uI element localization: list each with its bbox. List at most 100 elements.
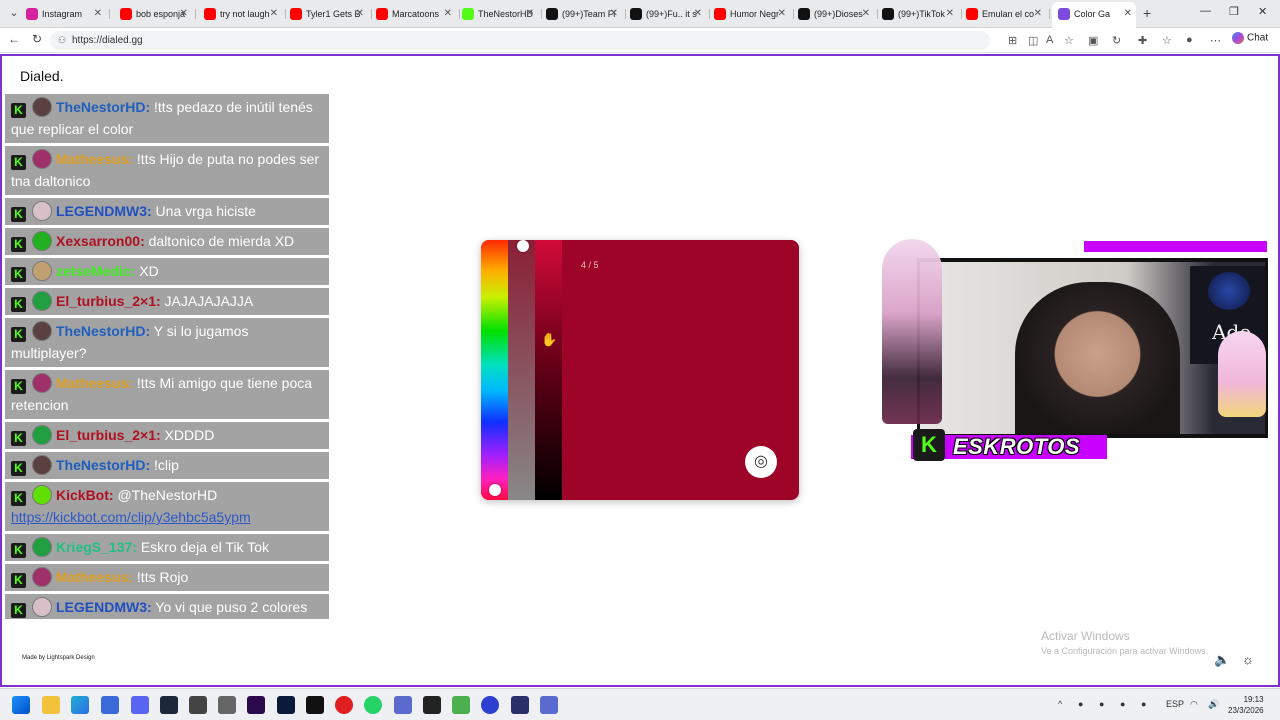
chat-username[interactable]: TheNestorHD [56,99,145,115]
tab-close-icon[interactable]: ✕ [94,4,102,24]
collections-icon[interactable]: ▣ [1088,34,1098,47]
tray-steam-icon[interactable]: ● [1120,699,1125,709]
theme-toggle-sun-icon[interactable]: ☼ [1242,652,1254,667]
chat-username[interactable]: zetseMedic [56,263,131,279]
chat-username[interactable]: TheNestorHD [56,323,145,339]
brand-logo[interactable]: Dialed. [20,68,64,84]
refresh-icon[interactable]: ↻ [32,32,42,46]
recorder-icon[interactable] [335,696,353,714]
copilot-chat-button[interactable]: Chat [1232,32,1268,44]
app-icon[interactable] [540,696,558,714]
back-arrow-icon[interactable]: ← [8,32,20,46]
tab-close-icon[interactable]: ✕ [526,4,534,24]
browser-tab[interactable]: Marcatoons ✕ [370,4,456,24]
submit-color-button[interactable]: ◎ [745,446,777,478]
chat-username[interactable]: LEGENDMW3 [56,599,147,615]
browser-tab[interactable]: (99+)TikTok ✕ [876,4,958,24]
app-install-icon[interactable]: ⊞ [1008,34,1017,47]
brightness-slider[interactable] [535,240,562,500]
edge-browser-icon[interactable] [71,696,89,714]
tab-close-icon[interactable]: ✕ [694,4,702,24]
premiere-icon[interactable] [247,696,265,714]
browser-tab[interactable]: Emulan el co ✕ [960,4,1046,24]
browser-tab[interactable]: (99+)Team Fi ✕ [540,4,622,24]
favorite-star-icon[interactable]: ☆ [1064,34,1074,47]
tab-close-icon[interactable]: ✕ [610,4,618,24]
tab-close-icon[interactable]: ✕ [356,4,364,24]
refresh-extension-icon[interactable]: ↻ [1112,34,1121,47]
chat-username[interactable]: Matheesus [56,569,128,585]
capcut-icon[interactable] [306,696,324,714]
chat-username[interactable]: Matheesus [56,375,128,391]
tab-close-icon[interactable]: ✕ [180,4,188,24]
media-player-icon[interactable] [481,696,499,714]
browser-tab[interactable]: (99+)Dioses ✕ [792,4,874,24]
hue-slider-handle[interactable] [489,484,501,496]
split-screen-icon[interactable]: ◫ [1028,34,1038,47]
tab-close-icon[interactable]: ✕ [862,4,870,24]
language-indicator[interactable]: ESP [1166,699,1184,709]
chat-username[interactable]: El_turbius_2×1 [56,293,156,309]
audio-editor-icon[interactable] [511,696,529,714]
user-avatar [32,261,52,281]
profile-avatar-icon[interactable]: ● [1186,34,1193,46]
discord-icon[interactable] [131,696,149,714]
tab-close-icon[interactable]: ✕ [444,4,452,24]
chat-username[interactable]: LEGENDMW3 [56,203,147,219]
sound-toggle-icon[interactable]: 🔈 [1214,652,1230,668]
clip-link[interactable]: https://kickbot.com/clip/y3ehbc5a5ypm [11,509,251,525]
tray-discord-icon[interactable]: ● [1099,699,1104,709]
tab-close-icon[interactable]: ✕ [1124,2,1132,26]
vpn-icon[interactable] [394,696,412,714]
new-tab-plus-icon[interactable]: + [1143,5,1151,21]
made-by-credit[interactable]: Made by Lightspark Design [22,655,95,661]
tab-close-icon[interactable]: ✕ [946,4,954,24]
settings-gear-icon[interactable] [189,696,207,714]
start-windows-icon[interactable] [12,696,30,714]
browser-tab[interactable]: TheNestorHD ✕ [456,4,538,24]
browser-tab[interactable]: bob esponja ✕ [114,4,192,24]
chat-username[interactable]: Xexsarron00 [56,233,140,249]
saturation-slider[interactable] [508,240,535,500]
tray-app-icon[interactable]: ● [1078,699,1083,709]
close-window-icon[interactable]: ✕ [1258,5,1267,18]
extensions-icon[interactable]: ✚ [1138,34,1147,47]
photoshop-icon[interactable] [277,696,295,714]
file-explorer-icon[interactable] [42,696,60,714]
read-aloud-icon[interactable]: A [1046,34,1053,46]
tab-close-icon[interactable]: ✕ [270,4,278,24]
wifi-icon[interactable]: ◠ [1190,699,1198,710]
hue-slider[interactable] [481,240,508,500]
minimize-icon[interactable]: — [1200,5,1211,17]
browser-tab[interactable]: (99+)Fu.. it s ✕ [624,4,706,24]
volume-icon[interactable]: 🔊 [1208,699,1219,710]
chat-username[interactable]: KickBot [56,487,109,503]
chat-username[interactable]: El_turbius_2×1 [56,427,156,443]
browser-tab[interactable]: Humor Negr ✕ [708,4,790,24]
site-info-icon[interactable]: ⚇ [58,31,66,50]
tray-mic-icon[interactable]: ● [1141,699,1146,709]
notepad-icon[interactable] [452,696,470,714]
chat-username[interactable]: Matheesus [56,151,128,167]
steam-icon[interactable] [160,696,178,714]
favorites-icon[interactable]: ☆ [1162,34,1172,47]
saturation-slider-handle[interactable] [517,240,529,252]
tab-close-icon[interactable]: ✕ [778,4,786,24]
more-menu-icon[interactable]: ⋯ [1210,34,1221,47]
epic-games-icon[interactable] [423,696,441,714]
system-clock[interactable]: 19:13 23/3/2026 [1228,694,1264,716]
restore-icon[interactable]: ❐ [1229,5,1239,18]
url-input[interactable]: ⚇ https://dialed.gg [50,31,990,50]
rose-graphic [1208,272,1250,310]
store-icon[interactable] [101,696,119,714]
browser-tab[interactable]: Color Ga ✕ [1052,2,1136,28]
browser-tab[interactable]: Instagram ✕ [20,4,106,24]
browser-tab[interactable]: Tyler1 Gets B ✕ [284,4,368,24]
chat-username[interactable]: TheNestorHD [56,457,145,473]
obs-icon[interactable] [218,696,236,714]
tray-chevron-icon[interactable]: ^ [1058,699,1062,709]
whatsapp-icon[interactable] [364,696,382,714]
browser-tab[interactable]: try not laugh ✕ [198,4,282,24]
chat-username[interactable]: KriegS_137 [56,539,132,555]
tab-close-icon[interactable]: ✕ [1034,4,1042,24]
